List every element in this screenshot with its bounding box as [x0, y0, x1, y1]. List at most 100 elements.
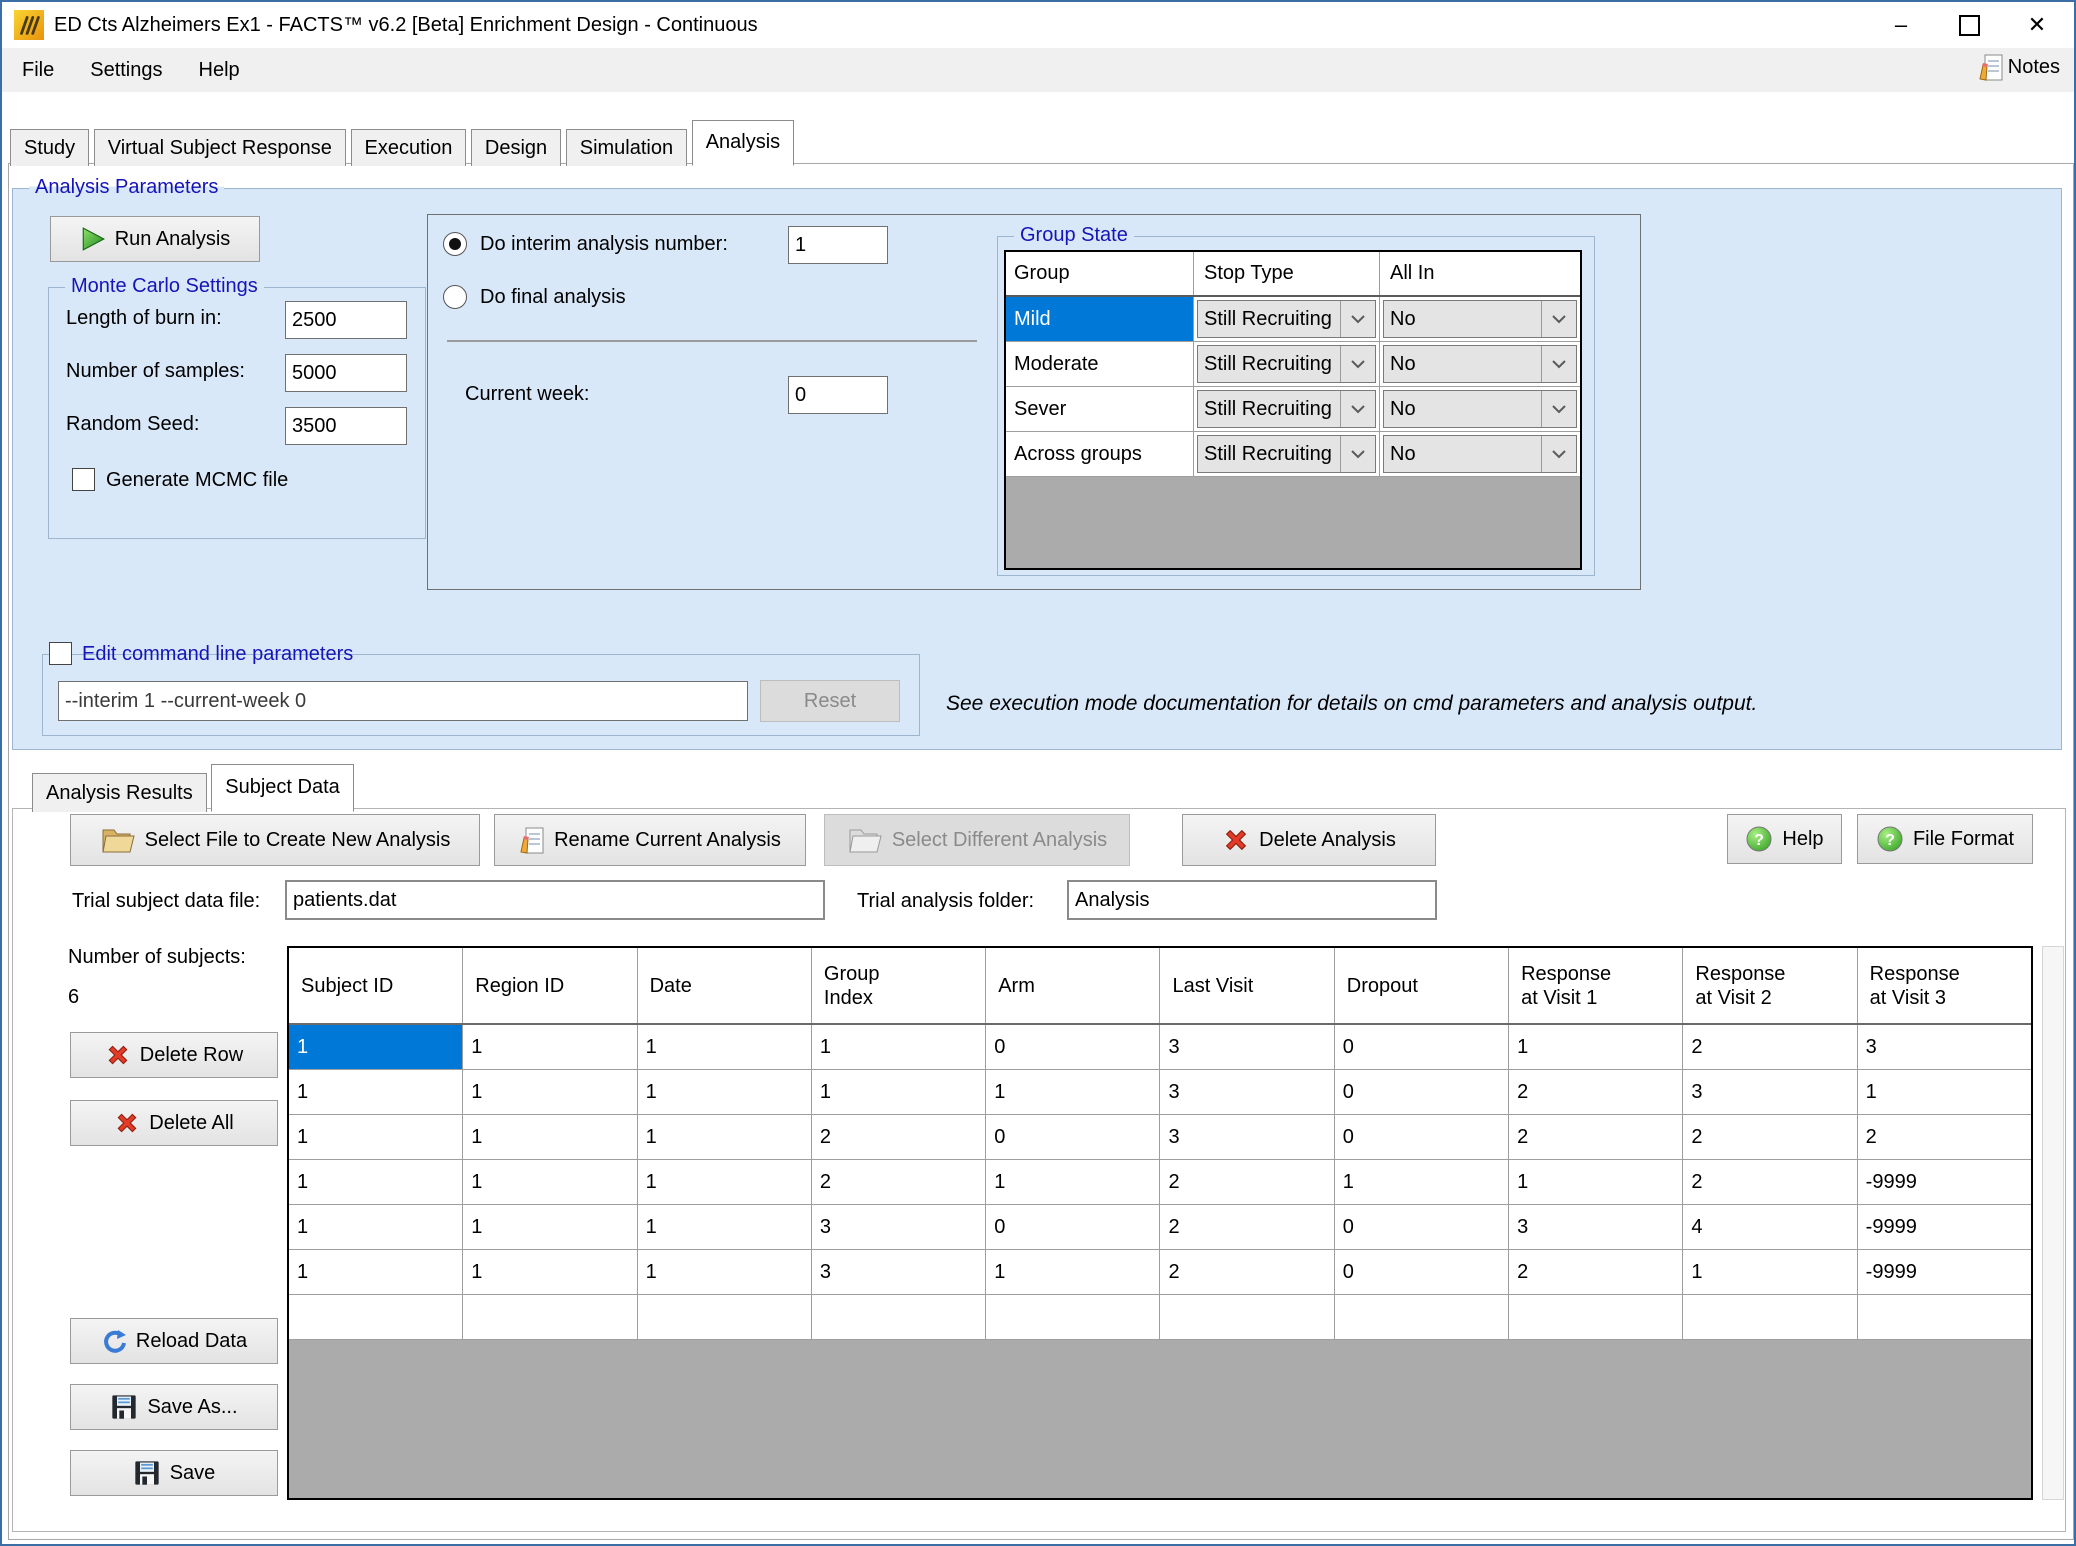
grid-cell[interactable]: 2	[1509, 1250, 1683, 1294]
grid-cell[interactable]: 1	[1509, 1160, 1683, 1204]
reset-button[interactable]: Reset	[760, 680, 900, 722]
grid-cell[interactable]: 1	[638, 1070, 812, 1114]
chevron-down-icon[interactable]	[1340, 391, 1375, 427]
grid-vertical-scrollbar[interactable]	[2042, 946, 2064, 1500]
save-button[interactable]: Save	[70, 1450, 278, 1496]
tab-study[interactable]: Study	[10, 129, 89, 166]
grid-cell[interactable]: 1	[1335, 1160, 1509, 1204]
grid-cell[interactable]: -9999	[1858, 1250, 2031, 1294]
grid-cell[interactable]: 1	[986, 1160, 1160, 1204]
chevron-down-icon[interactable]	[1541, 301, 1576, 337]
stop-type-dropdown[interactable]: Still Recruiting	[1194, 432, 1380, 476]
grid-cell[interactable]: 2	[1160, 1250, 1334, 1294]
tab-subject-data[interactable]: Subject Data	[211, 764, 354, 812]
grid-cell[interactable]: 2	[812, 1160, 986, 1204]
grid-cell[interactable]: 2	[1160, 1205, 1334, 1249]
grid-cell[interactable]: 1	[812, 1025, 986, 1069]
grid-empty-cell[interactable]	[1509, 1295, 1683, 1339]
grid-cell[interactable]: -9999	[1858, 1160, 2031, 1204]
select-different-button[interactable]: Select Different Analysis	[824, 814, 1130, 866]
stop-type-dropdown[interactable]: Still Recruiting	[1194, 387, 1380, 431]
stop-type-dropdown[interactable]: Still Recruiting	[1194, 342, 1380, 386]
grid-cell[interactable]: 2	[1683, 1025, 1857, 1069]
grid-cell[interactable]: 1	[463, 1205, 637, 1249]
tab-virtual-subject-response[interactable]: Virtual Subject Response	[94, 129, 346, 166]
tab-analysis[interactable]: Analysis	[692, 120, 794, 166]
select-file-button[interactable]: Select File to Create New Analysis	[70, 814, 480, 866]
grid-empty-cell[interactable]	[986, 1295, 1160, 1339]
rename-analysis-button[interactable]: Rename Current Analysis	[494, 814, 806, 866]
help-button[interactable]: ? Help	[1727, 814, 1842, 864]
grid-cell[interactable]: 1	[289, 1070, 463, 1114]
grid-cell[interactable]: 1	[638, 1250, 812, 1294]
grid-cell[interactable]: 4	[1683, 1205, 1857, 1249]
grid-cell[interactable]: 0	[986, 1205, 1160, 1249]
chevron-down-icon[interactable]	[1541, 436, 1576, 472]
grid-cell[interactable]: 1	[289, 1025, 463, 1069]
minimize-button[interactable]: –	[1868, 2, 1934, 48]
tab-design[interactable]: Design	[471, 129, 561, 166]
close-button[interactable]: ✕	[2004, 2, 2070, 48]
current-week-input[interactable]	[788, 376, 888, 414]
grid-cell[interactable]: 1	[1509, 1025, 1683, 1069]
chevron-down-icon[interactable]	[1340, 346, 1375, 382]
grid-cell[interactable]: 3	[1858, 1025, 2031, 1069]
grid-cell[interactable]: 3	[1160, 1025, 1334, 1069]
delete-analysis-button[interactable]: Delete Analysis	[1182, 814, 1436, 866]
chevron-down-icon[interactable]	[1340, 436, 1375, 472]
grid-empty-cell[interactable]	[638, 1295, 812, 1339]
chevron-down-icon[interactable]	[1340, 301, 1375, 337]
delete-all-button[interactable]: Delete All	[70, 1100, 278, 1146]
file-format-button[interactable]: ? File Format	[1857, 814, 2033, 864]
grid-cell[interactable]: 1	[1858, 1070, 2031, 1114]
grid-empty-cell[interactable]	[289, 1295, 463, 1339]
grid-cell[interactable]: 3	[812, 1250, 986, 1294]
chevron-down-icon[interactable]	[1541, 346, 1576, 382]
grid-empty-cell[interactable]	[1858, 1295, 2031, 1339]
tab-simulation[interactable]: Simulation	[566, 129, 687, 166]
reload-data-button[interactable]: Reload Data	[70, 1318, 278, 1364]
grid-cell[interactable]: 0	[1335, 1250, 1509, 1294]
grid-cell[interactable]: 1	[986, 1250, 1160, 1294]
menu-help[interactable]: Help	[183, 53, 256, 88]
grid-cell[interactable]: 2	[1509, 1070, 1683, 1114]
grid-empty-cell[interactable]	[1160, 1295, 1334, 1339]
grid-cell[interactable]: 1	[463, 1250, 637, 1294]
all-in-dropdown[interactable]: No	[1380, 297, 1580, 341]
tab-analysis-results[interactable]: Analysis Results	[32, 773, 207, 812]
grid-cell[interactable]: 1	[463, 1115, 637, 1159]
save-as-button[interactable]: Save As...	[70, 1384, 278, 1430]
menu-settings[interactable]: Settings	[74, 53, 178, 88]
folder-input[interactable]	[1067, 880, 1437, 920]
all-in-dropdown[interactable]: No	[1380, 342, 1580, 386]
data-file-input[interactable]	[285, 880, 825, 920]
grid-cell[interactable]: 0	[1335, 1115, 1509, 1159]
grid-cell[interactable]: 1	[1683, 1250, 1857, 1294]
final-radio[interactable]	[443, 285, 467, 309]
generate-mcmc-checkbox[interactable]	[72, 468, 95, 491]
grid-cell[interactable]: 3	[1160, 1070, 1334, 1114]
grid-cell[interactable]: 0	[986, 1025, 1160, 1069]
grid-cell[interactable]: 1	[289, 1160, 463, 1204]
stop-type-dropdown[interactable]: Still Recruiting	[1194, 297, 1380, 341]
grid-cell[interactable]: 3	[812, 1205, 986, 1249]
grid-empty-cell[interactable]	[463, 1295, 637, 1339]
grid-cell[interactable]: 3	[1683, 1070, 1857, 1114]
grid-cell[interactable]: 0	[1335, 1070, 1509, 1114]
grid-empty-cell[interactable]	[1683, 1295, 1857, 1339]
group-state-group-cell[interactable]: Mild	[1006, 297, 1194, 341]
grid-cell[interactable]: 2	[1509, 1115, 1683, 1159]
grid-cell[interactable]: 1	[463, 1160, 637, 1204]
grid-cell[interactable]: 2	[1160, 1160, 1334, 1204]
grid-cell[interactable]: 1	[812, 1070, 986, 1114]
grid-cell[interactable]: 1	[638, 1025, 812, 1069]
grid-cell[interactable]: 1	[638, 1160, 812, 1204]
maximize-button[interactable]	[1936, 2, 2002, 48]
grid-cell[interactable]: 1	[638, 1115, 812, 1159]
all-in-dropdown[interactable]: No	[1380, 432, 1580, 476]
grid-cell[interactable]: 3	[1160, 1115, 1334, 1159]
group-state-group-cell[interactable]: Moderate	[1006, 342, 1194, 386]
grid-cell[interactable]: 1	[289, 1250, 463, 1294]
group-state-group-cell[interactable]: Sever	[1006, 387, 1194, 431]
grid-cell[interactable]: 0	[986, 1115, 1160, 1159]
